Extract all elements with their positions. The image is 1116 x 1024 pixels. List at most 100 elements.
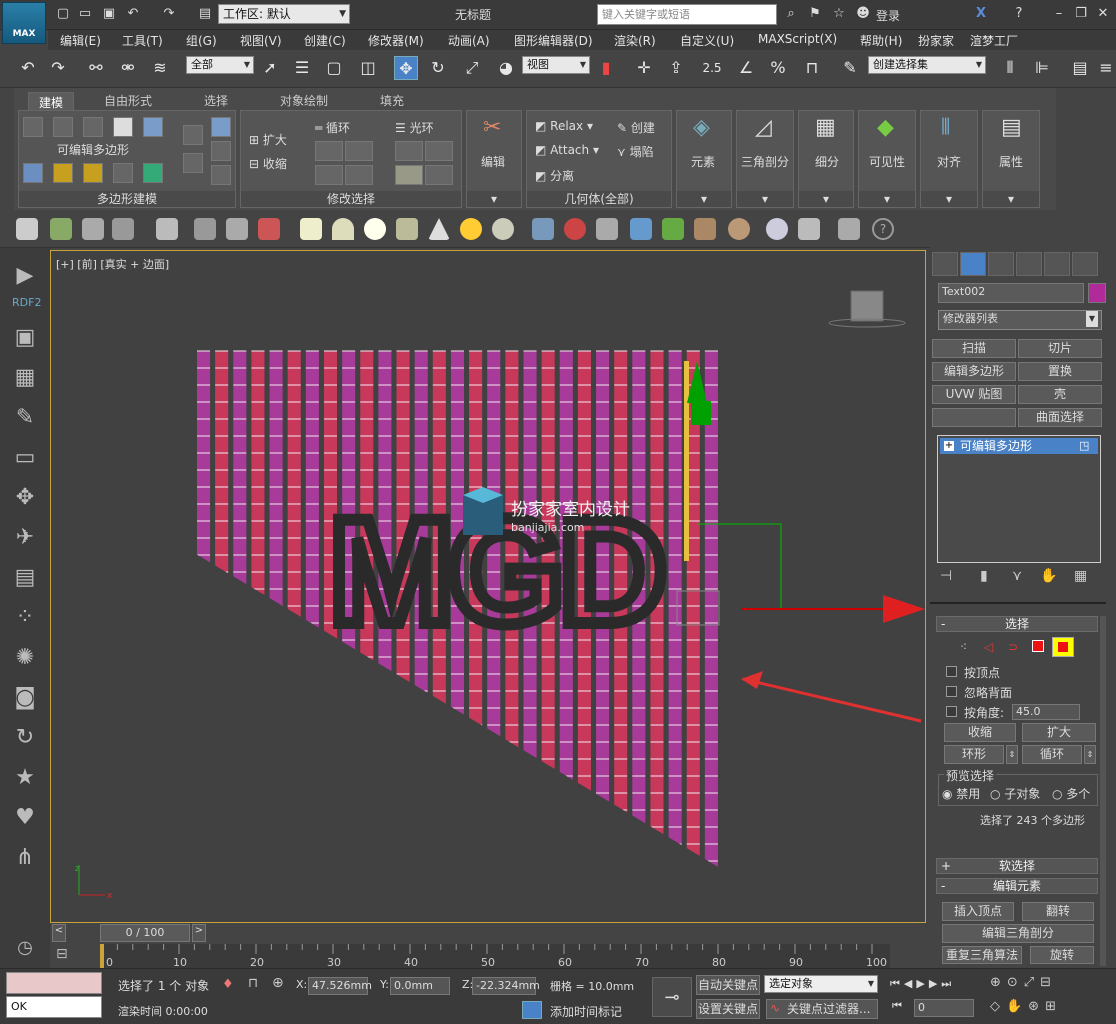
inbox-icon[interactable]: ▤ [11, 564, 39, 592]
ies-icon[interactable] [396, 218, 418, 240]
project-folder-icon[interactable]: ▤ [196, 5, 214, 23]
loop-mode-icon[interactable] [315, 165, 343, 185]
setkey-button[interactable]: 设置关键点 [696, 999, 760, 1019]
tab-freeform[interactable]: 自由形式 [104, 92, 152, 109]
color-icon[interactable] [143, 163, 163, 183]
isolate-icon[interactable]: ♦ [222, 977, 234, 992]
subdivide-button[interactable]: 细分 [815, 153, 839, 170]
render-icon[interactable] [156, 218, 178, 240]
x-coord-field[interactable]: 47.526mm [308, 977, 372, 995]
dashboard-icon[interactable]: ▦ [11, 364, 39, 392]
ignore-back-checkbox[interactable] [946, 686, 957, 697]
mod-empty-button[interactable] [932, 408, 1016, 427]
ring-shrink-icon[interactable] [425, 141, 453, 161]
sphere-light-icon[interactable] [364, 218, 386, 240]
edit-dropdown-icon[interactable]: ▾ [467, 191, 521, 207]
collapse-button[interactable]: ⋎ 塌陷 [617, 143, 654, 160]
polygon-subobj-icon[interactable] [1032, 640, 1044, 652]
search-input[interactable]: 键入关键字或短语 [597, 4, 777, 25]
loop-grow-icon[interactable] [315, 141, 343, 161]
viewcube[interactable] [850, 290, 884, 322]
multi-radio[interactable]: ○ 多个 [1052, 785, 1090, 802]
preview-icon[interactable] [83, 163, 103, 183]
pivot-mode-icon[interactable] [23, 163, 43, 183]
sel-grow-button[interactable]: 扩大 [1022, 723, 1096, 742]
show-end-icon[interactable]: ▮ [980, 568, 988, 584]
history-icon[interactable]: ◷ [11, 934, 39, 962]
heart-icon[interactable]: ♥ [11, 804, 39, 832]
link-icon[interactable]: ⚯ [84, 56, 108, 80]
mod-uvw-button[interactable]: UVW 贴图 [932, 385, 1016, 404]
refresh-icon[interactable]: ↻ [11, 724, 39, 752]
pattern-icon[interactable] [728, 218, 750, 240]
angle-input[interactable]: 45.0 [1012, 704, 1080, 720]
sel-shrink-button[interactable]: 收缩 [944, 723, 1016, 742]
loop-spinner[interactable]: ⇕ [1084, 745, 1096, 764]
cage-icon[interactable] [113, 163, 133, 183]
menu-edit[interactable]: 编辑(E) [60, 32, 101, 49]
camera-icon[interactable] [194, 218, 216, 240]
timeline-ruler[interactable]: 0 10 20 30 40 50 60 70 80 90 100 [100, 944, 890, 968]
community-icon[interactable]: ⚑ [806, 5, 824, 23]
current-frame-field[interactable]: 0 [914, 999, 974, 1017]
configure-sets-icon[interactable]: ▦ [1074, 568, 1087, 584]
key-target-dropdown[interactable]: 选定对象 ▼ [764, 975, 878, 993]
batch-icon[interactable] [838, 218, 860, 240]
edit-button[interactable]: 编辑 [481, 153, 505, 170]
soft-sel-icon[interactable] [53, 163, 73, 183]
workspace-dropdown[interactable]: 工作区: 默认 ▼ [218, 4, 350, 24]
exchange-icon[interactable]: X [972, 5, 990, 23]
playback-controls[interactable]: ⏮◀▶▶⏭ [890, 977, 955, 991]
vertex-subobj-icon[interactable]: ⁖ [960, 640, 967, 654]
table-icon[interactable] [798, 218, 820, 240]
flip-button[interactable]: 翻转 [1022, 902, 1094, 921]
camera-icon[interactable]: ◙ [11, 684, 39, 712]
loop-shrink-icon[interactable] [345, 141, 373, 161]
poly-label[interactable]: 可编辑多边形 [57, 141, 129, 158]
restore-icon[interactable]: ❐ [1072, 5, 1090, 23]
edit-tri-button[interactable]: 编辑三角剖分 [942, 924, 1094, 943]
sel-ring-button[interactable]: 环形 [944, 745, 1004, 764]
relax-button[interactable]: ◩ Relax ▾ [535, 119, 593, 133]
app-logo-button[interactable]: MAX [2, 2, 46, 44]
tab-selection[interactable]: 选择 [204, 92, 228, 109]
loop-mode2-icon[interactable] [345, 165, 373, 185]
ring-mode-icon[interactable] [395, 165, 423, 185]
key-filters-button[interactable]: 关键点过滤器... [766, 999, 878, 1019]
sky-icon[interactable] [492, 218, 514, 240]
undo-icon[interactable]: ↶ [16, 56, 40, 80]
place-icon[interactable]: ◕ [494, 56, 518, 80]
scale-icon[interactable]: ⤢ [460, 56, 484, 80]
retriangulate-button[interactable]: 重复三角算法 [942, 946, 1022, 964]
sun-icon[interactable] [460, 218, 482, 240]
edge-subobj-icon[interactable]: ◁ [984, 640, 993, 654]
minimize-icon[interactable]: – [1050, 5, 1068, 23]
edge-icon[interactable] [53, 117, 73, 137]
login-link[interactable]: 登录 [876, 7, 900, 24]
star-icon[interactable]: ★ [11, 764, 39, 792]
render-frame-icon[interactable] [82, 218, 104, 240]
y-coord-field[interactable]: 0.0mm [390, 977, 450, 995]
dome-icon[interactable] [332, 218, 354, 240]
menu-banjiajia[interactable]: 扮家家 [918, 32, 954, 49]
undo-icon[interactable]: ↶ [124, 5, 142, 23]
keyboard-shortcut-icon[interactable]: ⇪ [664, 56, 688, 80]
select-manipulate-icon[interactable]: ✛ [632, 56, 656, 80]
monitor-icon[interactable]: ▭ [11, 444, 39, 472]
make-unique-icon[interactable]: ⋎ [1012, 568, 1022, 584]
display-tab-icon[interactable] [1044, 252, 1070, 276]
ring-mode2-icon[interactable] [425, 165, 453, 185]
key-mode-icon[interactable]: ⊸ [652, 977, 692, 1017]
teapot-icon[interactable] [16, 218, 38, 240]
cone-icon[interactable] [428, 218, 450, 240]
show-end-result-icon[interactable] [211, 117, 231, 137]
snap-toggle[interactable]: 2.5 [700, 56, 724, 80]
object-color-swatch[interactable] [1088, 283, 1106, 303]
new-file-icon[interactable]: ▢ [54, 5, 72, 23]
attach-button[interactable]: ◩ Attach ▾ [535, 143, 599, 157]
add-time-tag-button[interactable]: 添加时间标记 [550, 1003, 622, 1020]
mod-sweep-button[interactable]: 扫描 [932, 339, 1016, 358]
subdiv-dropdown-icon[interactable]: ▾ [799, 191, 853, 207]
vis-dropdown-icon[interactable]: ▾ [859, 191, 915, 207]
nav-controls-top[interactable]: ⊕⊙⤢⊟ [990, 975, 1057, 990]
